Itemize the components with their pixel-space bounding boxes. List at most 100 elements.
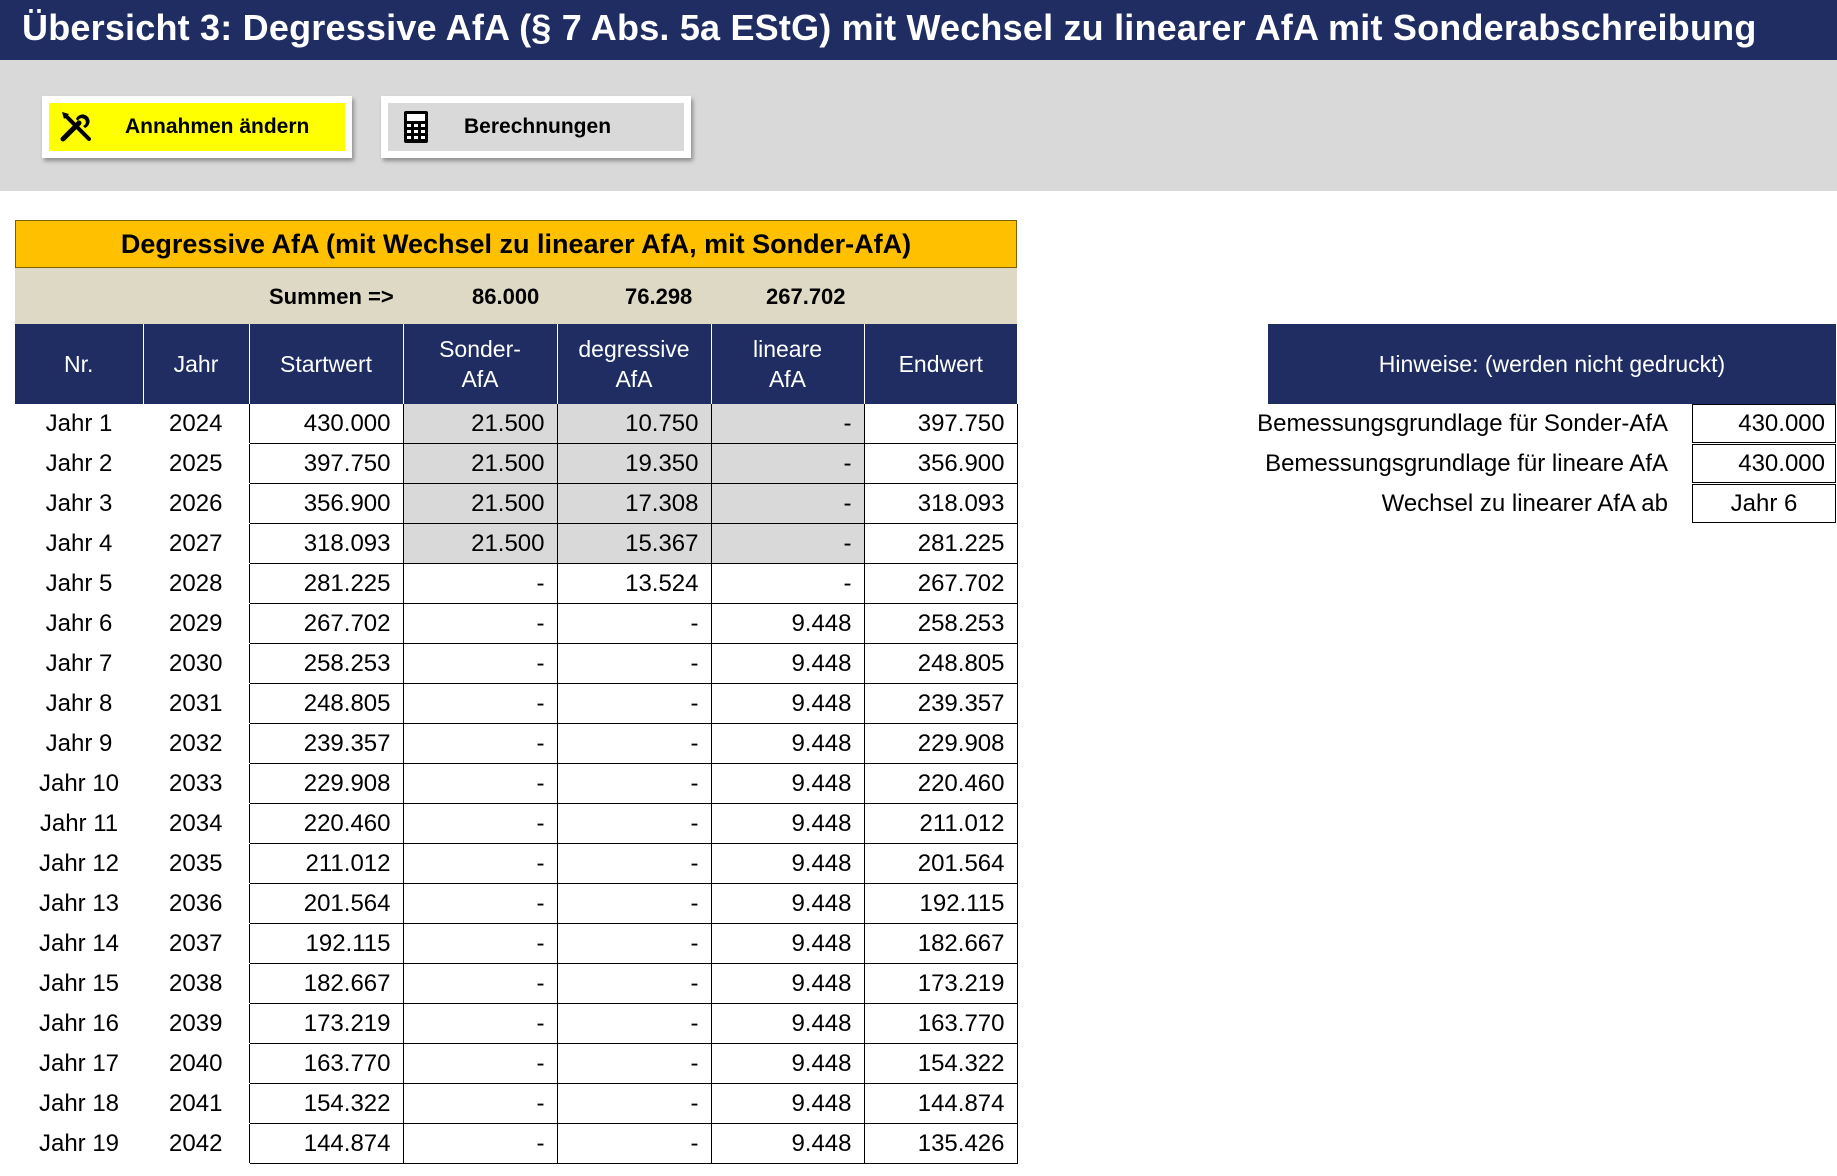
cell-nr[interactable]: Jahr 10 [15,763,143,804]
cell-sonder-afa[interactable]: - [402,803,557,844]
cell-startwert[interactable]: 318.093 [248,523,403,564]
cell-nr[interactable]: Jahr 14 [15,923,143,964]
cell-nr[interactable]: Jahr 8 [15,683,143,724]
cell-jahr[interactable]: 2027 [143,523,249,564]
cell-degressive-afa[interactable]: - [556,1123,711,1164]
cell-startwert[interactable]: 267.702 [248,603,403,644]
cell-lineare-afa[interactable]: 9.448 [710,1003,864,1044]
cell-degressive-afa[interactable]: - [556,763,711,804]
cell-jahr[interactable]: 2029 [143,603,249,644]
cell-nr[interactable]: Jahr 2 [15,443,143,484]
cell-lineare-afa[interactable]: 9.448 [710,1083,864,1124]
cell-nr[interactable]: Jahr 1 [15,404,143,444]
cell-degressive-afa[interactable]: - [556,643,711,684]
cell-startwert[interactable]: 211.012 [248,843,403,884]
cell-degressive-afa[interactable]: - [556,723,711,764]
cell-lineare-afa[interactable]: 9.448 [710,1043,864,1084]
cell-endwert[interactable]: 192.115 [863,883,1018,924]
cell-startwert[interactable]: 229.908 [248,763,403,804]
cell-sonder-afa[interactable]: - [402,603,557,644]
hinweis-value[interactable]: 430.000 [1692,404,1836,443]
cell-jahr[interactable]: 2035 [143,843,249,884]
cell-endwert[interactable]: 239.357 [863,683,1018,724]
cell-lineare-afa[interactable]: 9.448 [710,883,864,924]
hinweis-value[interactable]: 430.000 [1692,444,1836,483]
cell-endwert[interactable]: 154.322 [863,1043,1018,1084]
cell-jahr[interactable]: 2040 [143,1043,249,1084]
cell-startwert[interactable]: 182.667 [248,963,403,1004]
cell-nr[interactable]: Jahr 3 [15,483,143,524]
cell-sonder-afa[interactable]: - [402,963,557,1004]
cell-lineare-afa[interactable]: - [710,523,864,564]
cell-startwert[interactable]: 258.253 [248,643,403,684]
cell-endwert[interactable]: 220.460 [863,763,1018,804]
cell-endwert[interactable]: 173.219 [863,963,1018,1004]
cell-sonder-afa[interactable]: - [402,723,557,764]
cell-sonder-afa[interactable]: - [402,923,557,964]
cell-lineare-afa[interactable]: 9.448 [710,963,864,1004]
cell-degressive-afa[interactable]: - [556,963,711,1004]
cell-sonder-afa[interactable]: - [402,1003,557,1044]
cell-startwert[interactable]: 356.900 [248,483,403,524]
cell-degressive-afa[interactable]: 13.524 [556,563,711,604]
cell-jahr[interactable]: 2032 [143,723,249,764]
cell-degressive-afa[interactable]: - [556,1083,711,1124]
cell-nr[interactable]: Jahr 6 [15,603,143,644]
cell-lineare-afa[interactable]: 9.448 [710,763,864,804]
hinweis-value[interactable]: Jahr 6 [1692,484,1836,523]
cell-degressive-afa[interactable]: 10.750 [556,404,711,444]
cell-jahr[interactable]: 2038 [143,963,249,1004]
cell-degressive-afa[interactable]: - [556,683,711,724]
cell-lineare-afa[interactable]: - [710,443,864,484]
cell-nr[interactable]: Jahr 13 [15,883,143,924]
cell-startwert[interactable]: 220.460 [248,803,403,844]
cell-sonder-afa[interactable]: 21.500 [402,404,557,444]
cell-endwert[interactable]: 248.805 [863,643,1018,684]
cell-sonder-afa[interactable]: 21.500 [402,443,557,484]
cell-jahr[interactable]: 2039 [143,1003,249,1044]
cell-nr[interactable]: Jahr 4 [15,523,143,564]
cell-nr[interactable]: Jahr 7 [15,643,143,684]
cell-startwert[interactable]: 144.874 [248,1123,403,1164]
cell-lineare-afa[interactable]: - [710,563,864,604]
cell-lineare-afa[interactable]: 9.448 [710,1123,864,1164]
cell-sonder-afa[interactable]: - [402,1083,557,1124]
cell-startwert[interactable]: 173.219 [248,1003,403,1044]
cell-endwert[interactable]: 135.426 [863,1123,1018,1164]
cell-sonder-afa[interactable]: - [402,1043,557,1084]
cell-degressive-afa[interactable]: 15.367 [556,523,711,564]
cell-nr[interactable]: Jahr 19 [15,1123,143,1164]
cell-sonder-afa[interactable]: - [402,563,557,604]
cell-endwert[interactable]: 318.093 [863,483,1018,524]
cell-endwert[interactable]: 397.750 [863,404,1018,444]
cell-endwert[interactable]: 258.253 [863,603,1018,644]
cell-startwert[interactable]: 397.750 [248,443,403,484]
cell-endwert[interactable]: 201.564 [863,843,1018,884]
cell-degressive-afa[interactable]: - [556,883,711,924]
berechnungen-button[interactable]: Berechnungen [381,96,691,158]
cell-degressive-afa[interactable]: 17.308 [556,483,711,524]
cell-sonder-afa[interactable]: - [402,843,557,884]
cell-startwert[interactable]: 430.000 [248,404,403,444]
cell-jahr[interactable]: 2037 [143,923,249,964]
cell-lineare-afa[interactable]: 9.448 [710,683,864,724]
cell-degressive-afa[interactable]: - [556,1043,711,1084]
cell-nr[interactable]: Jahr 12 [15,843,143,884]
cell-startwert[interactable]: 154.322 [248,1083,403,1124]
cell-sonder-afa[interactable]: 21.500 [402,523,557,564]
cell-lineare-afa[interactable]: 9.448 [710,643,864,684]
cell-startwert[interactable]: 163.770 [248,1043,403,1084]
cell-degressive-afa[interactable]: - [556,843,711,884]
cell-endwert[interactable]: 163.770 [863,1003,1018,1044]
cell-jahr[interactable]: 2041 [143,1083,249,1124]
cell-startwert[interactable]: 248.805 [248,683,403,724]
cell-degressive-afa[interactable]: - [556,803,711,844]
cell-lineare-afa[interactable]: 9.448 [710,723,864,764]
cell-jahr[interactable]: 2031 [143,683,249,724]
cell-nr[interactable]: Jahr 9 [15,723,143,764]
cell-lineare-afa[interactable]: 9.448 [710,603,864,644]
cell-nr[interactable]: Jahr 16 [15,1003,143,1044]
annahmen-aendern-button[interactable]: Annahmen ändern [42,96,352,158]
cell-startwert[interactable]: 201.564 [248,883,403,924]
cell-sonder-afa[interactable]: - [402,683,557,724]
